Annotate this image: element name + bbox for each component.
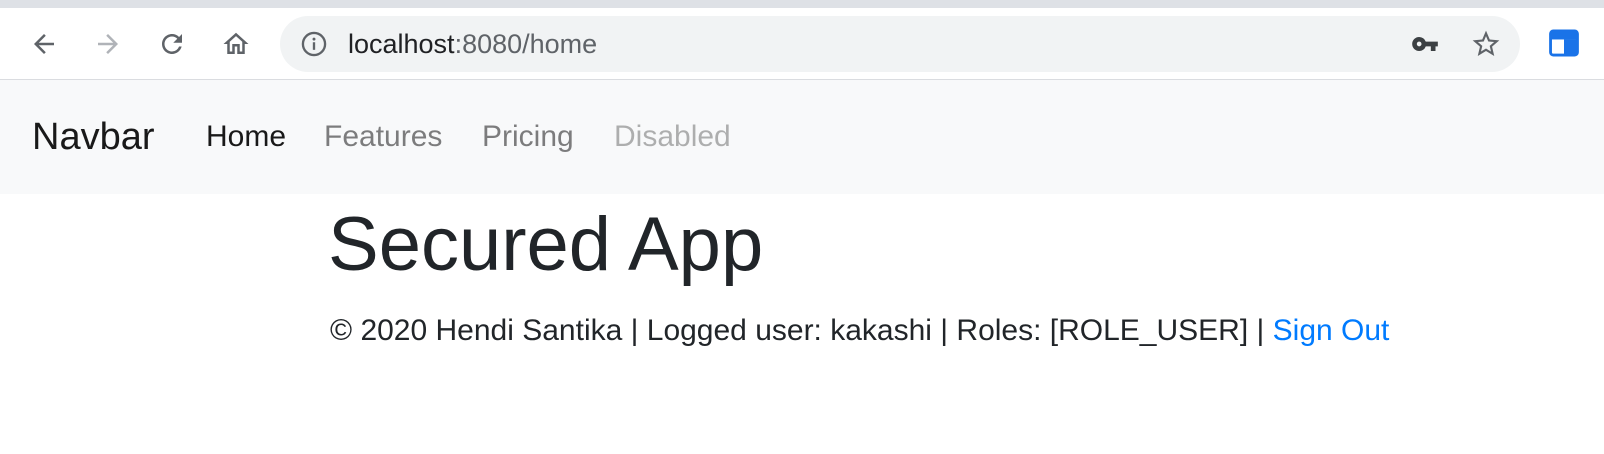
site-navbar: Navbar Home Features Pricing Disabled — [0, 80, 1604, 194]
navbar-brand[interactable]: Navbar — [32, 80, 155, 194]
nav-link-features[interactable]: Features — [324, 80, 442, 194]
back-button[interactable] — [22, 22, 66, 66]
info-icon[interactable] — [300, 30, 328, 58]
url-port-path: :8080/home — [454, 29, 598, 59]
footer-text: © 2020 Hendi Santika | Logged user: kaka… — [330, 314, 1265, 347]
sign-out-link[interactable]: Sign Out — [1273, 314, 1390, 347]
reload-icon — [162, 34, 182, 54]
address-bar[interactable]: localhost:8080/home — [280, 16, 1520, 72]
home-button[interactable] — [214, 22, 258, 66]
extension-icon[interactable] — [1547, 26, 1581, 60]
home-icon — [223, 32, 249, 54]
key-icon[interactable] — [1410, 30, 1440, 58]
arrow-right-icon — [98, 34, 118, 54]
footer-info: © 2020 Hendi Santika | Logged user: kaka… — [330, 310, 1389, 352]
browser-top-strip — [0, 0, 1604, 8]
star-icon[interactable] — [1470, 28, 1502, 60]
nav-link-pricing[interactable]: Pricing — [482, 80, 574, 194]
url-host: localhost — [348, 29, 455, 59]
arrow-left-icon — [34, 34, 54, 54]
forward-button[interactable] — [86, 22, 130, 66]
nav-link-home[interactable]: Home — [206, 80, 286, 194]
nav-link-disabled: Disabled — [614, 120, 731, 153]
reload-button[interactable] — [150, 22, 194, 66]
browser-toolbar: localhost:8080/home — [0, 8, 1604, 80]
page-title: Secured App — [328, 202, 764, 287]
url-text[interactable]: localhost:8080/home — [348, 16, 597, 72]
